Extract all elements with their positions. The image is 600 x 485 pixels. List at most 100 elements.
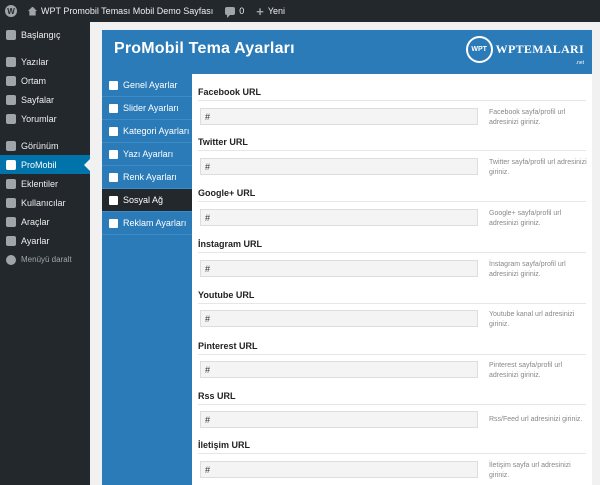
menu-item-plugins[interactable]: Eklentiler <box>0 174 90 193</box>
field-title: Facebook URL <box>198 87 262 97</box>
brand-logo: WPT WPTEMALARI .net <box>465 35 584 66</box>
nav-item-category[interactable]: Kategori Ayarları <box>102 120 192 143</box>
document-icon <box>109 218 118 228</box>
brush-icon <box>109 172 118 182</box>
menu-item-pages[interactable]: Sayfalar <box>0 90 90 109</box>
nav-item-color[interactable]: Renk Ayarları <box>102 166 192 189</box>
field-divider <box>198 303 586 304</box>
nav-item-label: Kategori Ayarları <box>123 126 190 136</box>
rss-url-input[interactable] <box>200 411 478 428</box>
comments-link[interactable]: 0 <box>219 0 250 22</box>
nav-item-label: Genel Ayarlar <box>123 80 178 90</box>
dashboard-icon <box>6 29 16 40</box>
twitter-url-input[interactable] <box>200 158 478 175</box>
google-plus-url-input[interactable] <box>200 209 478 226</box>
appearance-icon <box>6 140 16 151</box>
field-divider <box>198 100 586 101</box>
media-icon <box>6 75 16 86</box>
slider-icon <box>109 103 118 113</box>
menu-item-tools[interactable]: Araçlar <box>0 212 90 231</box>
menu-item-label: Görünüm <box>21 140 59 151</box>
field-divider <box>198 252 586 253</box>
house-icon <box>28 6 37 16</box>
menu-item-label: Ayarlar <box>21 235 50 246</box>
pencil-icon <box>109 149 118 159</box>
field-description: Google+ sayfa/profil url adresinizi giri… <box>489 210 562 227</box>
menu-item-media[interactable]: Ortam <box>0 71 90 90</box>
wordpress-logo-icon[interactable]: W <box>0 0 22 22</box>
menu-item-label: Ortam <box>21 75 47 86</box>
users-icon <box>6 197 16 208</box>
site-name: WPT Promobil Teması Mobil Demo Sayfası <box>41 6 214 16</box>
nav-item-label: Renk Ayarları <box>123 172 177 182</box>
site-name-link[interactable]: WPT Promobil Teması Mobil Demo Sayfası <box>22 0 219 22</box>
settings-icon <box>6 235 16 246</box>
plugins-icon <box>6 178 16 189</box>
social-settings-form: Facebook URL Facebook sayfa/profil url a… <box>192 74 592 485</box>
contact-url-input[interactable] <box>200 461 478 478</box>
youtube-url-input[interactable] <box>200 310 478 327</box>
pinterest-url-input[interactable] <box>200 361 478 378</box>
nav-item-label: Sosyal Ağ <box>123 195 164 205</box>
field-description: Pinterest sayfa/profil url adresinizi gi… <box>489 362 563 379</box>
field-description: Facebook sayfa/profil url adresinizi gir… <box>489 109 566 126</box>
field-divider <box>198 404 586 405</box>
home-icon <box>109 80 118 90</box>
brand-suffix: .net <box>575 60 584 66</box>
field-description: İnstagram sayfa/profil url adresinizi gi… <box>489 261 566 278</box>
instagram-url-input[interactable] <box>200 260 478 277</box>
pin-icon <box>6 56 16 67</box>
field-divider <box>198 453 586 454</box>
menu-item-appearance[interactable]: Görünüm <box>0 136 90 155</box>
menu-item-users[interactable]: Kullanıcılar <box>0 193 90 212</box>
nav-item-label: Yazı Ayarları <box>123 149 174 159</box>
nav-item-post[interactable]: Yazı Ayarları <box>102 143 192 166</box>
field-title: İnstagram URL <box>198 239 263 249</box>
comments-icon <box>6 113 16 124</box>
field-description: Rss/Feed url adresinizi giriniz. <box>489 416 583 423</box>
menu-item-settings[interactable]: Ayarlar <box>0 231 90 250</box>
comment-bubble-icon <box>225 7 236 18</box>
field-description: İletişim sayfa url adresinizi giriniz. <box>489 462 571 479</box>
field-title: Rss URL <box>198 391 236 401</box>
menu-item-label: Yazılar <box>21 56 49 67</box>
nav-item-social[interactable]: Sosyal Ağ <box>102 189 192 212</box>
nav-item-slider[interactable]: Slider Ayarları <box>102 97 192 120</box>
nav-item-label: Slider Ayarları <box>123 103 179 113</box>
menu-item-label: Araçlar <box>21 216 50 227</box>
nav-item-label: Reklam Ayarları <box>123 218 187 228</box>
nav-item-general[interactable]: Genel Ayarlar <box>102 74 192 97</box>
nav-item-ads[interactable]: Reklam Ayarları <box>102 212 192 235</box>
collapse-menu-button[interactable]: Menüyü daralt <box>0 250 90 269</box>
facebook-url-input[interactable] <box>200 108 478 125</box>
facebook-icon <box>109 195 118 205</box>
menu-item-posts[interactable]: Yazılar <box>0 52 90 71</box>
mobile-icon <box>6 159 16 170</box>
admin-sidebar: Başlangıç Yazılar Ortam Sayfalar Yorumla… <box>0 22 90 485</box>
comments-count: 0 <box>239 6 245 16</box>
brand-text: WPTEMALARI <box>495 41 584 56</box>
page-title: ProMobil Tema Ayarları <box>114 40 295 57</box>
tools-icon <box>6 216 16 227</box>
new-label: Yeni <box>267 6 286 16</box>
folder-icon <box>109 126 118 136</box>
field-divider <box>198 354 586 355</box>
menu-item-promobil[interactable]: ProMobil <box>0 155 90 174</box>
field-title: Twitter URL <box>198 137 248 147</box>
field-title: Google+ URL <box>198 188 256 198</box>
collapse-menu-label: Menüyü daralt <box>21 255 72 264</box>
collapse-icon <box>6 254 16 265</box>
brand-badge: WPT <box>465 35 493 63</box>
plus-icon: + <box>256 3 264 19</box>
theme-settings-panel: ProMobil Tema Ayarları WPT WPTEMALARI .n… <box>102 30 592 485</box>
menu-item-label: ProMobil <box>21 159 57 170</box>
settings-nav: Genel Ayarlar Slider Ayarları Kategori A… <box>102 74 192 235</box>
field-title: Pinterest URL <box>198 341 258 351</box>
menu-item-dashboard[interactable]: Başlangıç <box>0 25 90 44</box>
menu-item-label: Sayfalar <box>21 94 55 105</box>
new-content-link[interactable]: + Yeni <box>250 0 291 22</box>
menu-item-label: Başlangıç <box>21 29 61 40</box>
menu-item-label: Eklentiler <box>21 178 59 189</box>
pages-icon <box>6 94 16 105</box>
menu-item-comments[interactable]: Yorumlar <box>0 109 90 128</box>
